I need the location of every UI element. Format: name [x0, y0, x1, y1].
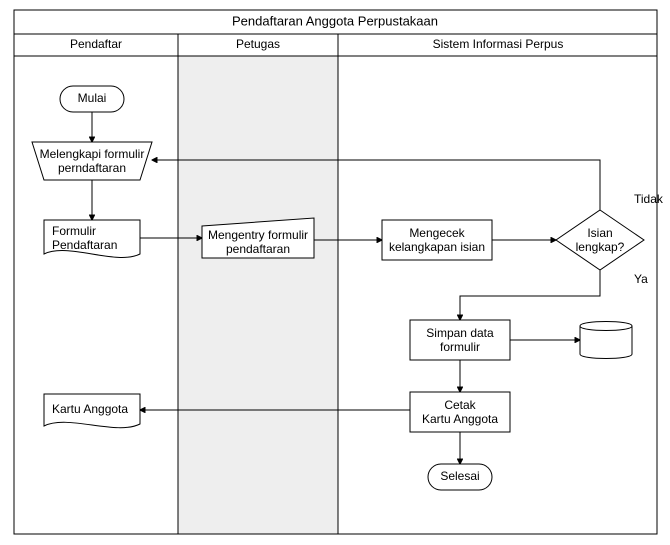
label-entry-1: Mengentry formulir: [208, 228, 308, 242]
node-fill-form: Melengkapi formulir perndaftaran: [32, 142, 152, 180]
lane-label-petugas: Petugas: [236, 37, 280, 51]
label-form-doc-1: Formulir: [52, 224, 96, 238]
label-check-1: Mengecek: [409, 226, 465, 240]
lane-bg-sistem: [338, 56, 657, 534]
label-entry-2: pendaftaran: [226, 242, 290, 256]
node-start: Mulai: [60, 86, 124, 112]
label-decision-1: Isian: [587, 226, 612, 240]
lane-label-pendaftar: Pendaftar: [70, 37, 122, 51]
label-decision-yes: Ya: [634, 272, 648, 286]
node-form-document: Formulir Pendaftaran: [44, 220, 140, 257]
label-end: Selesai: [440, 469, 479, 483]
label-decision-2: lengkap?: [576, 240, 625, 254]
node-save: Simpan data formulir: [410, 320, 510, 360]
label-fill-form-1: Melengkapi formulir: [40, 147, 145, 161]
label-save-2: formulir: [440, 340, 480, 354]
label-fill-form-2: perndaftaran: [58, 161, 126, 175]
flowchart-diagram: Pendaftaran Anggota Perpustakaan Pendaft…: [0, 0, 670, 545]
lane-bg-pendaftar: [14, 56, 178, 534]
diagram-title: Pendaftaran Anggota Perpustakaan: [232, 13, 438, 28]
label-card-doc: Kartu Anggota: [52, 402, 128, 416]
label-print-1: Cetak: [444, 398, 476, 412]
node-database: [580, 322, 632, 359]
label-form-doc-2: Pendaftaran: [52, 238, 117, 252]
node-end: Selesai: [428, 464, 492, 490]
label-decision-no: Tidak: [634, 192, 664, 206]
lane-label-sistem: Sistem Informasi Perpus: [433, 37, 564, 51]
lane-bg-petugas: [178, 56, 338, 534]
label-print-2: Kartu Anggota: [422, 412, 498, 426]
label-start: Mulai: [78, 91, 107, 105]
node-check: Mengecek kelangkapan isian: [382, 220, 492, 260]
node-card-document: Kartu Anggota: [44, 394, 140, 428]
node-print: Cetak Kartu Anggota: [410, 392, 510, 432]
label-check-2: kelangkapan isian: [389, 240, 485, 254]
label-save-1: Simpan data: [426, 326, 494, 340]
